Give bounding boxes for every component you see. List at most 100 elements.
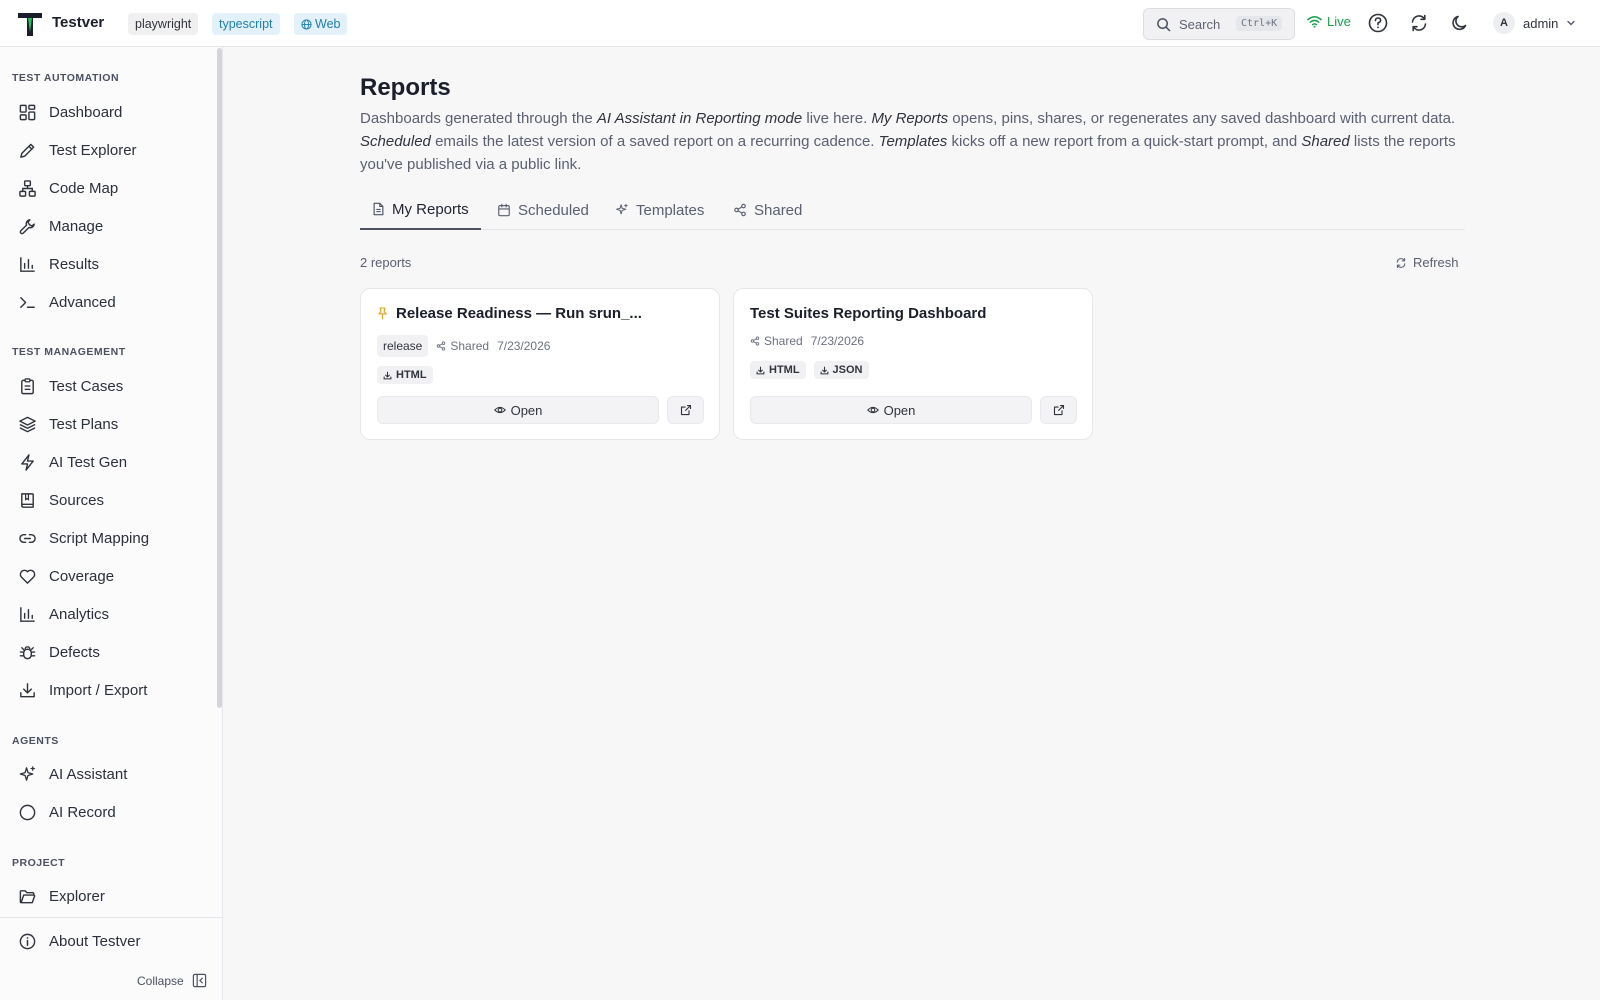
report-title-row[interactable]: Release Readiness — Run srun_... [377, 305, 642, 322]
sidebar-item-label: About Testver [49, 932, 141, 950]
sync-icon[interactable] [1408, 12, 1430, 34]
bug-icon [19, 645, 36, 659]
external-link-icon [680, 404, 691, 416]
sidebar-item-import-export[interactable]: Import / Export [8, 674, 208, 706]
help-icon[interactable] [1367, 12, 1389, 34]
terminal-icon [20, 296, 35, 308]
sidebar-item-label: Analytics [49, 605, 110, 623]
format-label: JSON [832, 364, 863, 376]
sidebar-item-label: Test Cases [49, 377, 124, 395]
sidebar-item-label: Test Explorer [49, 141, 137, 159]
sidebar-item-label: Test Plans [49, 415, 119, 433]
sidebar-item-test-explorer[interactable]: Test Explorer [8, 134, 208, 166]
report-title-row[interactable]: Test Suites Reporting Dashboard [750, 305, 986, 322]
desc-text: live here. [802, 110, 872, 127]
sidebar-item-dashboard[interactable]: Dashboard [8, 96, 208, 128]
search-label: Search [1179, 17, 1221, 32]
sidebar-item-code-map[interactable]: Code Map [8, 172, 208, 204]
wifi-icon [1307, 16, 1322, 28]
globe-icon [301, 18, 312, 30]
user-menu[interactable]: A admin [1493, 12, 1576, 34]
sidebar-item-results[interactable]: Results [8, 248, 208, 280]
sidebar-item-coverage[interactable]: Coverage [8, 560, 208, 592]
shared-label: Shared [450, 339, 490, 353]
sidebar-item-ai-assistant[interactable]: AI Assistant [8, 758, 208, 790]
open-report-button[interactable]: Open [377, 396, 659, 424]
share-icon [750, 336, 760, 346]
eye-icon [866, 406, 879, 414]
download-json-button[interactable]: JSON [813, 361, 869, 379]
live-status[interactable]: Live [1307, 14, 1351, 29]
language-tag: typescript [212, 13, 280, 35]
sidebar-item-label: Sources [49, 491, 105, 509]
pencil-icon [20, 143, 35, 158]
pin-icon [378, 307, 387, 320]
app-logo[interactable] [16, 10, 44, 38]
open-report-button[interactable]: Open [750, 396, 1032, 424]
download-html-button[interactable]: HTML [377, 366, 433, 384]
report-card[interactable]: Release Readiness — Run srun_... release… [360, 288, 720, 440]
sidebar-item-about[interactable]: About Testver [8, 925, 208, 957]
sidebar-item-label: Coverage [49, 567, 115, 585]
sparkles-icon [616, 203, 628, 215]
sidebar-item-label: AI Assistant [49, 765, 128, 783]
tab-scheduled[interactable]: Scheduled [497, 190, 589, 230]
sidebar-item-label: Explorer [49, 887, 105, 905]
open-external-button[interactable] [1040, 396, 1077, 424]
tab-shared[interactable]: Shared [733, 190, 802, 230]
download-icon [383, 371, 392, 379]
calendar-icon [498, 203, 510, 217]
bar-chart-icon [20, 606, 35, 622]
sidebar-item-ai-test-gen[interactable]: AI Test Gen [8, 446, 208, 478]
wrench-icon [19, 218, 35, 234]
refresh-button[interactable]: Refresh [1395, 255, 1459, 270]
search-shortcut: Ctrl+K [1236, 16, 1283, 31]
sidebar-item-manage[interactable]: Manage [8, 210, 208, 242]
search-box[interactable]: Search Ctrl+K [1143, 8, 1295, 40]
sidebar-item-defects[interactable]: Defects [8, 636, 208, 668]
share-icon [437, 341, 446, 351]
sidebar-item-test-plans[interactable]: Test Plans [8, 408, 208, 440]
sidebar-item-advanced[interactable]: Advanced [8, 286, 208, 318]
desc-text: opens, pins, shares, or regenerates any … [948, 110, 1456, 127]
sidebar-item-sources[interactable]: Sources [8, 484, 208, 516]
refresh-icon [1396, 257, 1406, 268]
tab-my-reports[interactable]: My Reports [360, 190, 481, 230]
section-title-project: PROJECT [12, 857, 66, 869]
desc-emphasis: Templates [878, 133, 948, 150]
moon-icon[interactable] [1449, 12, 1471, 34]
shared-status: Shared [436, 339, 489, 353]
report-meta: release Shared 7/23/2026 [377, 335, 550, 357]
sidebar-item-label: Manage [49, 217, 104, 235]
download-icon [20, 682, 35, 697]
open-external-button[interactable] [667, 396, 704, 424]
tab-label: Scheduled [518, 201, 589, 219]
page-description: Dashboards generated through the AI Assi… [360, 107, 1465, 176]
bar-chart-icon [20, 256, 35, 272]
report-title: Release Readiness — Run srun_... [396, 305, 642, 322]
sidebar-scrollbar[interactable] [217, 48, 222, 708]
report-formats: HTML JSON [750, 361, 869, 379]
framework-tag: playwright [128, 13, 199, 35]
sidebar-item-label: Code Map [49, 179, 119, 197]
sidebar-item-label: Defects [49, 643, 100, 661]
section-title-test-automation: TEST AUTOMATION [12, 72, 120, 84]
user-name: admin [1523, 15, 1559, 31]
sidebar-item-label: Script Mapping [49, 529, 150, 547]
sidebar-item-script-mapping[interactable]: Script Mapping [8, 522, 208, 554]
sidebar-item-test-cases[interactable]: Test Cases [8, 370, 208, 402]
tab-templates[interactable]: Templates [615, 190, 704, 230]
platform-tag-label: Web [315, 17, 341, 31]
sidebar-item-label: AI Record [49, 803, 116, 821]
report-card[interactable]: Test Suites Reporting Dashboard Shared 7… [733, 288, 1093, 440]
sidebar-item-analytics[interactable]: Analytics [8, 598, 208, 630]
desc-emphasis: AI Assistant in Reporting mode [596, 110, 803, 127]
collapse-button[interactable]: Collapse [137, 973, 207, 988]
sidebar-item-ai-record[interactable]: AI Record [8, 796, 208, 828]
eye-icon [493, 406, 506, 414]
sparkles-icon [19, 765, 35, 781]
report-tabs: My Reports Scheduled Templates Shared [360, 190, 1465, 230]
download-html-button[interactable]: HTML [750, 361, 806, 379]
document-icon [373, 202, 384, 216]
sidebar-item-explorer[interactable]: Explorer [8, 880, 208, 912]
